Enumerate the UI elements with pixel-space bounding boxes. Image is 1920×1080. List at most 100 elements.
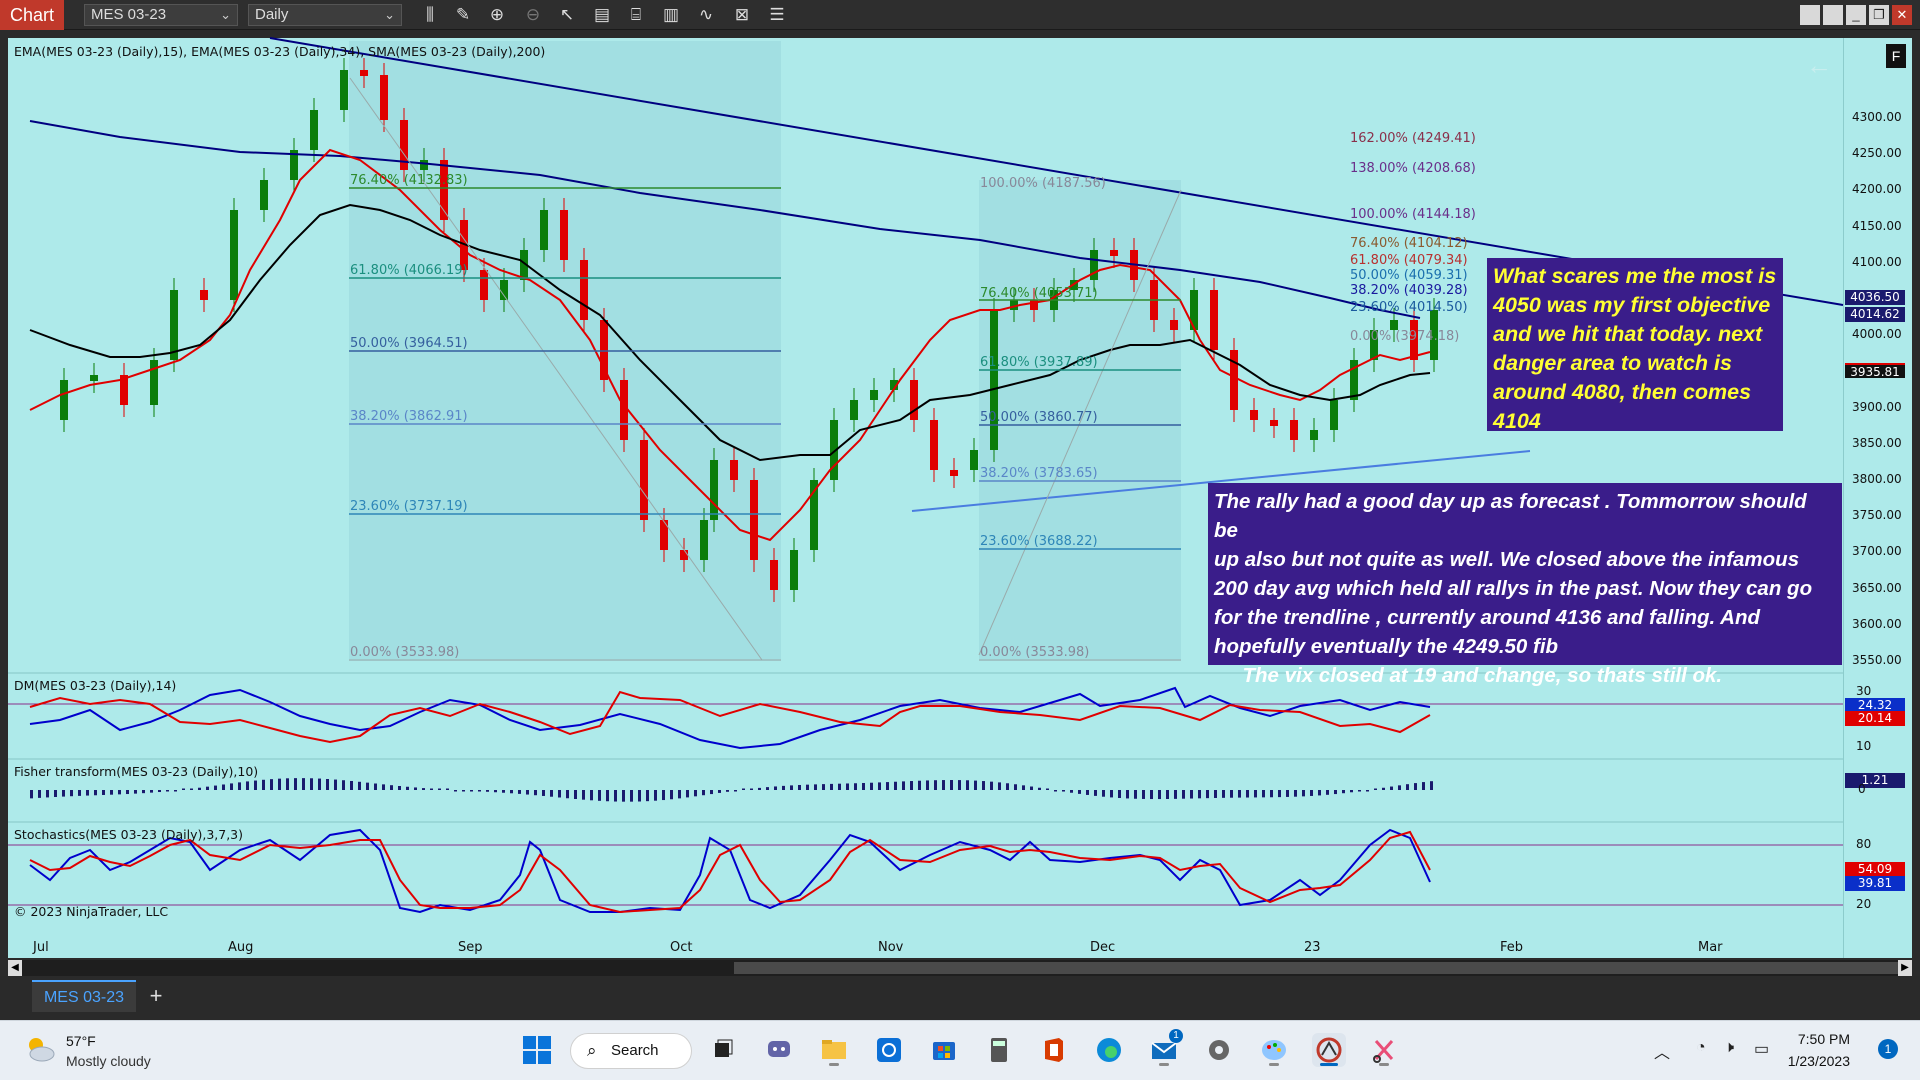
fisher-bar: [158, 790, 161, 793]
fisher-bar: [486, 790, 489, 792]
fisher-histogram: [30, 778, 1433, 802]
annotation-note-1[interactable]: What scares me the most is 4050 was my f…: [1487, 258, 1783, 433]
fisher-bar: [1278, 790, 1281, 798]
fisher-bar: [518, 790, 521, 794]
fisher-bar: [1342, 790, 1345, 794]
fisher-bar: [470, 790, 473, 792]
back-arrow-icon[interactable]: ←: [1806, 50, 1832, 81]
paint-icon[interactable]: [1257, 1033, 1291, 1067]
candle-body: [710, 460, 718, 520]
fisher-bar: [934, 780, 937, 790]
dm-label: DM(MES 03-23 (Daily),14): [14, 678, 177, 693]
scroll-thumb[interactable]: [734, 962, 1904, 974]
taskbar-search-button[interactable]: ⌕ Search: [570, 1033, 692, 1069]
scroll-right-icon[interactable]: ▶: [1898, 960, 1912, 976]
instrument-tab[interactable]: MES 03-23: [32, 980, 136, 1012]
fib3-label: 76.40% (4104.12): [1350, 236, 1468, 251]
fisher-bar: [446, 788, 449, 790]
wifi-icon[interactable]: ◔: [1696, 1039, 1706, 1057]
f-button[interactable]: F: [1886, 44, 1906, 68]
fisher-bar: [390, 785, 393, 790]
weather-cloud-sun-icon[interactable]: [22, 1035, 56, 1063]
calculator-icon[interactable]: [982, 1033, 1016, 1067]
snipping-tool-icon[interactable]: [1367, 1033, 1401, 1067]
fib2-label: 50.00% (3860.77): [980, 410, 1098, 425]
fisher-bar: [670, 790, 673, 800]
fisher-bar: [1206, 790, 1209, 799]
clock-date[interactable]: 1/23/2023: [1788, 1053, 1850, 1069]
battery-icon[interactable]: ▭: [1754, 1039, 1769, 1059]
fisher-bar: [86, 790, 89, 796]
note-line: danger area to watch is: [1493, 351, 1732, 375]
fisher-bar: [358, 781, 361, 790]
price-tick: 4200.00: [1852, 182, 1902, 197]
fisher-bar: [502, 790, 505, 793]
file-explorer-icon[interactable]: [817, 1033, 851, 1067]
candle-body: [340, 70, 348, 110]
candle-body: [850, 400, 858, 420]
fisher-bar: [422, 788, 425, 790]
fisher-bar: [1366, 790, 1369, 792]
month-tick: Oct: [670, 940, 693, 955]
fisher-bar: [798, 784, 801, 790]
fib3-label: 0.00% (3974.18): [1350, 329, 1460, 344]
volume-mute-icon[interactable]: 🕨: [1724, 1039, 1734, 1057]
add-tab-button[interactable]: +: [144, 982, 168, 1010]
fisher-bar: [1406, 784, 1409, 790]
edge-browser-icon[interactable]: [1092, 1033, 1126, 1067]
running-indicator: [1269, 1063, 1279, 1066]
windows-start-icon[interactable]: [522, 1035, 552, 1065]
price-tick: 4000.00: [1852, 327, 1902, 342]
fisher-bar: [1094, 790, 1097, 796]
chart-scrollbar[interactable]: ◀ ▶: [8, 960, 1912, 976]
clock-time[interactable]: 7:50 PM: [1798, 1031, 1850, 1047]
fisher-bar: [630, 790, 633, 802]
teams-chat-icon[interactable]: [762, 1033, 796, 1067]
fisher-bar: [286, 778, 289, 790]
price-tick: 4300.00: [1852, 110, 1902, 124]
fisher-bar: [942, 780, 945, 790]
candle-body: [910, 380, 918, 420]
fisher-bar: [982, 781, 985, 790]
chevron-up-icon[interactable]: ︿: [1654, 1039, 1670, 1063]
notification-badge[interactable]: 1: [1878, 1039, 1898, 1059]
zoom-app-icon[interactable]: [872, 1033, 906, 1067]
candle-body: [60, 380, 68, 420]
store-icon[interactable]: [927, 1033, 961, 1067]
price-tick: 4150.00: [1852, 218, 1902, 233]
fisher-bar: [182, 788, 185, 790]
candle-body: [230, 210, 238, 300]
annotation-note-2[interactable]: The rally had a good day up as forecast …: [1208, 483, 1842, 687]
month-tick: Jul: [33, 940, 49, 955]
candle-body: [420, 160, 428, 170]
fisher-bar: [126, 790, 129, 795]
task-view-icon[interactable]: [706, 1033, 740, 1067]
fisher-bar: [974, 780, 977, 790]
fisher-bar: [1118, 790, 1121, 798]
candle-body: [1290, 420, 1298, 440]
candle-body: [360, 70, 368, 76]
mail-icon[interactable]: 1: [1147, 1029, 1183, 1067]
fisher-bar: [886, 782, 889, 790]
fisher-bar: [1126, 790, 1129, 799]
fisher-bar: [542, 790, 545, 796]
price-tick: 3800.00: [1852, 472, 1902, 486]
note-line: around 4080, then comes: [1493, 380, 1752, 404]
weather-temp: 57°F: [66, 1033, 96, 1049]
fib3-label: 23.60% (4014.50): [1350, 300, 1468, 315]
fisher-bar: [1134, 790, 1137, 799]
fisher-bar: [926, 780, 929, 790]
fisher-bar: [350, 780, 353, 790]
scroll-left-icon[interactable]: ◀: [8, 960, 22, 976]
fisher-bar: [958, 780, 961, 790]
fisher-bar: [222, 784, 225, 790]
fib1-label: 50.00% (3964.51): [350, 336, 468, 351]
office-icon[interactable]: [1037, 1033, 1071, 1067]
settings-gear-icon[interactable]: [1202, 1033, 1236, 1067]
fisher-bar: [102, 790, 105, 795]
fisher-bar: [334, 779, 337, 790]
fisher-bar: [998, 782, 1001, 790]
ninjatrader-app-icon[interactable]: [1312, 1033, 1346, 1067]
fisher-bar: [894, 781, 897, 790]
fisher-bar: [846, 783, 849, 790]
